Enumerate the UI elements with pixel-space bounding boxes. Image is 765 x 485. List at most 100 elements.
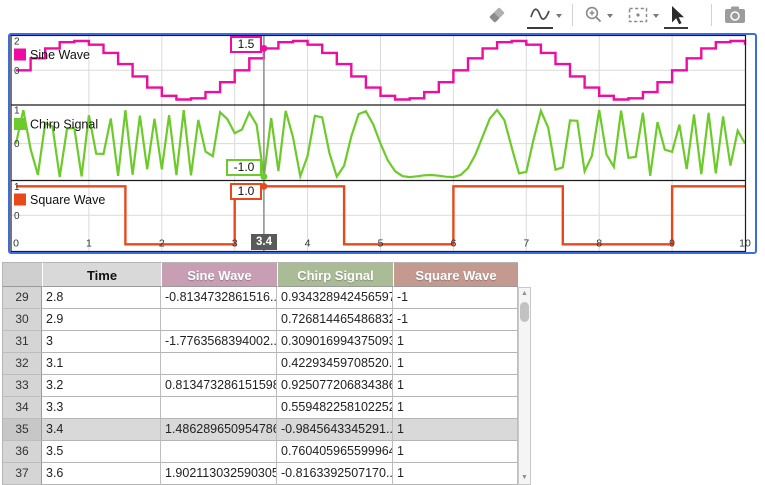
eraser-button[interactable]: [486, 3, 508, 27]
cell[interactable]: 3.1: [42, 353, 161, 375]
scroll-up-icon[interactable]: ▲: [519, 288, 530, 300]
svg-text:10: 10: [739, 238, 751, 250]
toolbar-separator: [711, 4, 712, 26]
signal-trace-button[interactable]: [528, 3, 552, 27]
cell[interactable]: 1: [393, 441, 518, 463]
svg-text:Chirp Signal: Chirp Signal: [30, 118, 98, 132]
table-row[interactable]: 363.5 0.76040596559996481: [2, 441, 518, 463]
cell[interactable]: 0.9250772068343864: [277, 375, 393, 397]
cursor-tool-active-underline: [664, 27, 688, 29]
table-row[interactable]: 302.9 0.7268144654868329-1: [2, 309, 518, 331]
cursor-value-chirp[interactable]: -1.0: [226, 159, 262, 176]
cursor-time-label[interactable]: 3.4: [251, 234, 277, 250]
row-number: 35: [2, 419, 42, 441]
cell[interactable]: 3.6: [42, 463, 161, 485]
cell[interactable]: 0.9343289424565971: [277, 287, 393, 309]
svg-text:7: 7: [523, 238, 529, 250]
table-row[interactable]: 323.1 0.42293459708520...1: [2, 353, 518, 375]
row-number: 34: [2, 397, 42, 419]
cell[interactable]: 0.5594822581022526: [277, 397, 393, 419]
row-number: 31: [2, 331, 42, 353]
svg-text:Square Wave: Square Wave: [30, 193, 105, 207]
row-number: 37: [2, 463, 42, 485]
svg-text:0: 0: [14, 66, 20, 77]
chevron-down-icon: [652, 5, 660, 25]
chevron-down-icon: [555, 5, 563, 25]
cell[interactable]: 0.7604059655999648: [277, 441, 393, 463]
cell[interactable]: -0.8134732861516...: [161, 287, 277, 309]
svg-text:Sine Wave: Sine Wave: [30, 48, 90, 62]
camera-icon: [724, 6, 746, 24]
cell[interactable]: -1.7763568394002...: [161, 331, 277, 353]
svg-text:8: 8: [596, 238, 602, 250]
zoom-button[interactable]: [583, 3, 605, 27]
cell[interactable]: -0.8163392507170...: [277, 463, 393, 485]
table-row[interactable]: 333.20.81347328615159820.925077206834386…: [2, 375, 518, 397]
zoom-dropdown[interactable]: [605, 3, 615, 27]
cell[interactable]: 1.9021130325903053: [161, 463, 277, 485]
cell[interactable]: 2.8: [42, 287, 161, 309]
column-header-chirp-signal[interactable]: Chirp Signal: [277, 262, 393, 287]
svg-text:1: 1: [14, 106, 20, 117]
table-row[interactable]: 373.61.9021130325903053-0.8163392507170.…: [2, 463, 518, 485]
cell[interactable]: 3: [42, 331, 161, 353]
cell[interactable]: 0.42293459708520...: [277, 353, 393, 375]
scroll-down-icon[interactable]: ▼: [519, 472, 530, 484]
svg-text:0: 0: [14, 139, 20, 150]
fit-to-view-dropdown[interactable]: [651, 3, 661, 27]
cell[interactable]: 1: [393, 375, 518, 397]
svg-text:3: 3: [232, 238, 238, 250]
toolbar-separator: [572, 4, 573, 26]
zoom-in-icon: [584, 5, 604, 25]
arrow-cursor-icon: [667, 4, 685, 26]
cursor-value-sine[interactable]: 1.5: [230, 36, 262, 53]
plot-canvas[interactable]: 012345678910201010Sine WaveChirp SignalS…: [10, 35, 755, 252]
scrollbar-thumb[interactable]: [520, 302, 529, 322]
cursor-value-square[interactable]: 1.0: [230, 183, 262, 200]
cell[interactable]: 1: [393, 463, 518, 485]
cell[interactable]: 1: [393, 397, 518, 419]
cell[interactable]: 3.3: [42, 397, 161, 419]
row-number: 29: [2, 287, 42, 309]
cell[interactable]: [161, 309, 277, 331]
cell[interactable]: 1: [393, 331, 518, 353]
cell[interactable]: 2.9: [42, 309, 161, 331]
table-row[interactable]: 292.8-0.8134732861516...0.93432894245659…: [2, 287, 518, 309]
column-header-sine-wave[interactable]: Sine Wave: [161, 262, 277, 287]
table-row[interactable]: 353.41.486289650954786-0.9845643345291..…: [2, 419, 518, 441]
table-header-row: TimeSine WaveChirp SignalSquare Wave: [2, 262, 518, 287]
column-header-square-wave[interactable]: Square Wave: [393, 262, 518, 287]
plots-panel[interactable]: 012345678910201010Sine WaveChirp SignalS…: [8, 33, 757, 254]
table-row[interactable]: 313-1.7763568394002...0.3090169943750931…: [2, 331, 518, 353]
cell[interactable]: 1: [393, 419, 518, 441]
svg-text:0: 0: [13, 238, 19, 250]
table-row[interactable]: 343.3 0.55948225810225261: [2, 397, 518, 419]
row-number: 32: [2, 353, 42, 375]
row-number: 36: [2, 441, 42, 463]
cursor-tool-button[interactable]: [666, 3, 686, 27]
cell[interactable]: 3.4: [42, 419, 161, 441]
cell[interactable]: [161, 353, 277, 375]
cell[interactable]: 1.486289650954786: [161, 419, 277, 441]
cell[interactable]: 0.7268144654868329: [277, 309, 393, 331]
column-header-rownum[interactable]: [2, 262, 42, 287]
cell[interactable]: 3.2: [42, 375, 161, 397]
cell[interactable]: 0.3090169943750931: [277, 331, 393, 353]
cell[interactable]: 3.5: [42, 441, 161, 463]
cell[interactable]: [161, 441, 277, 463]
svg-text:5: 5: [378, 238, 384, 250]
table-scrollbar[interactable]: ▲ ▼: [518, 287, 531, 485]
row-number: 30: [2, 309, 42, 331]
signal-trace-dropdown[interactable]: [554, 3, 564, 27]
cell[interactable]: 1: [393, 353, 518, 375]
svg-text:6: 6: [450, 238, 456, 250]
cell[interactable]: -0.9845643345291...: [277, 419, 393, 441]
svg-text:1: 1: [14, 182, 20, 193]
cell[interactable]: 0.8134732861515982: [161, 375, 277, 397]
fit-to-view-button[interactable]: [626, 3, 650, 27]
cell[interactable]: [161, 397, 277, 419]
cell[interactable]: -1: [393, 287, 518, 309]
cell[interactable]: -1: [393, 309, 518, 331]
column-header-time[interactable]: Time: [42, 262, 161, 287]
snapshot-button[interactable]: [723, 3, 747, 27]
